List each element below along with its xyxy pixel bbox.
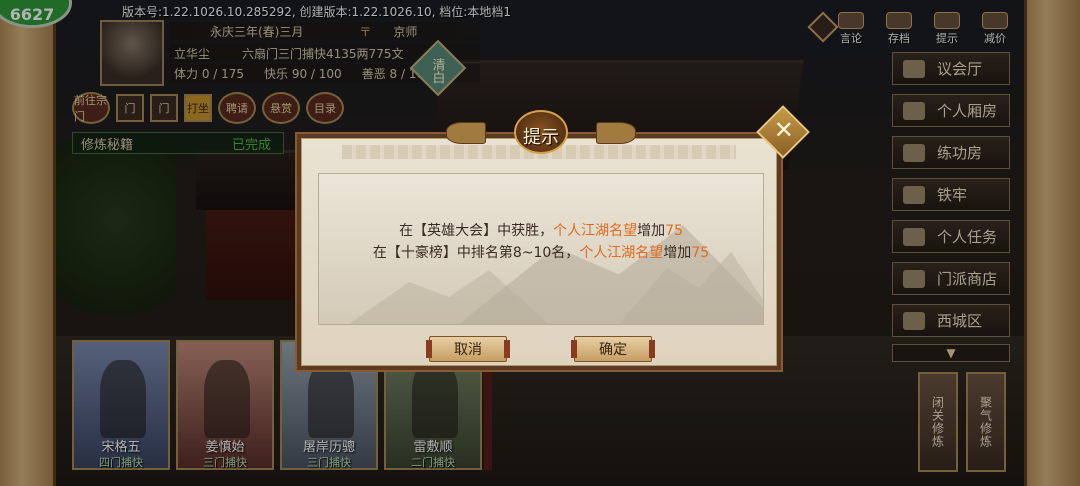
confirm-button[interactable]: 确定 — [571, 336, 655, 362]
cancel-button[interactable]: 取消 — [426, 336, 510, 362]
reward-message-2: 在【十豪榜】中排名第8~10名，个人江湖名望增加75 — [372, 245, 710, 261]
dialog-content: 在【英雄大会】中获胜，个人江湖名望增加75 在【十豪榜】中排名第8~10名，个人… — [318, 173, 764, 325]
close-icon: ✕ — [773, 115, 794, 144]
notice-dialog: 在【英雄大会】中获胜，个人江湖名望增加75 在【十豪榜】中排名第8~10名，个人… — [295, 132, 783, 372]
dialog-title-plaque: 提示 — [446, 110, 636, 154]
dialog-title: 提示 — [523, 127, 559, 148]
reward-message-1: 在【英雄大会】中获胜，个人江湖名望增加75 — [399, 223, 683, 239]
